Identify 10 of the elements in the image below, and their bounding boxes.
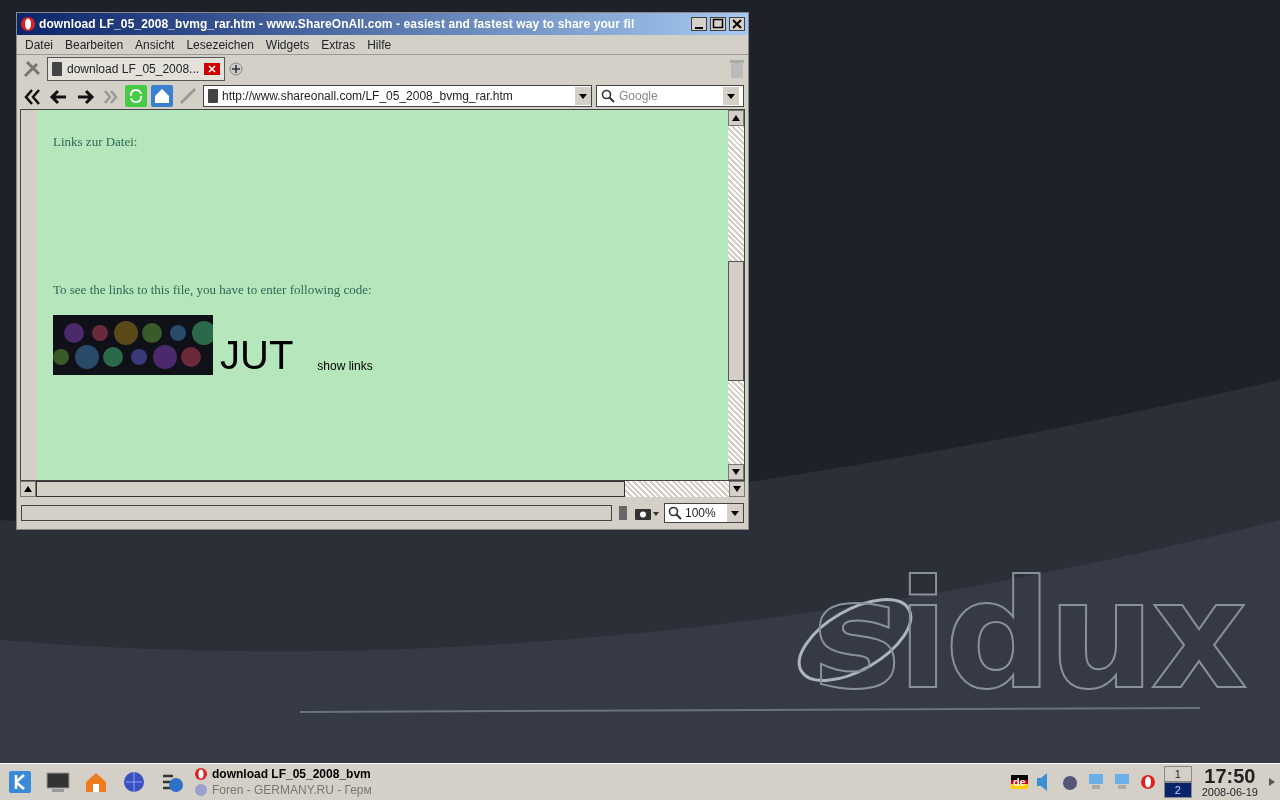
expand-arrow-icon[interactable] <box>1268 777 1276 787</box>
desktop-pager-button[interactable]: 2 <box>1163 782 1192 798</box>
clock-time: 17:50 <box>1204 765 1256 786</box>
desktop-pager-button[interactable]: 1 <box>1163 766 1192 782</box>
kde-menu-icon[interactable] <box>8 770 32 794</box>
browser-icon <box>194 767 208 781</box>
taskbar-task[interactable]: download LF_05_2008_bvm <box>194 766 434 782</box>
home-icon[interactable] <box>84 770 108 794</box>
terminal-icon[interactable] <box>46 770 70 794</box>
clock-date: 2008-06-19 <box>1201 785 1258 799</box>
